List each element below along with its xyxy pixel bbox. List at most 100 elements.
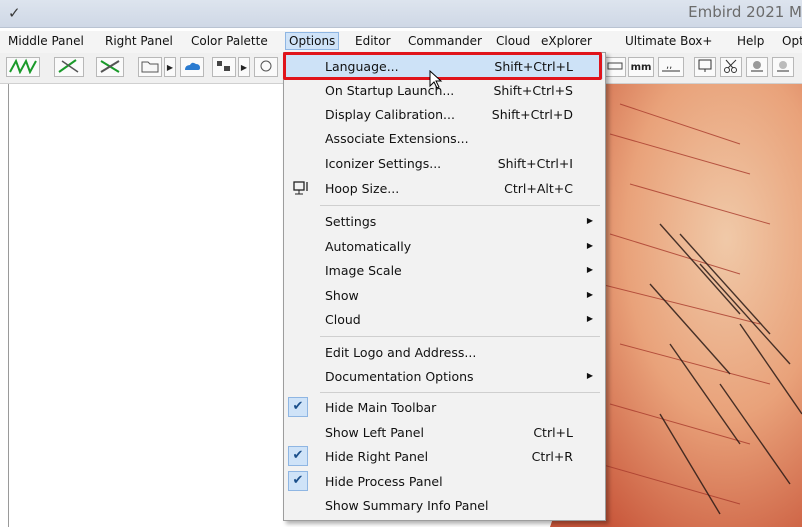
stitch-preview-button[interactable] <box>746 57 768 77</box>
transfer-button[interactable] <box>212 57 236 77</box>
menu-item-automatically[interactable]: Automatically ▶ <box>284 235 603 259</box>
cloud-icon <box>185 62 200 70</box>
menu-item-show-summary-info-panel[interactable]: Show Summary Info Panel <box>284 494 603 518</box>
menu-right-panel[interactable]: Right Panel <box>103 34 175 48</box>
menu-item-iconizer-settings[interactable]: Iconizer Settings... Shift+Ctrl+I <box>284 152 603 176</box>
menu-cloud[interactable]: Cloud <box>494 34 532 48</box>
scissors-button[interactable] <box>720 57 742 77</box>
dropdown-arrow-icon: ▶ <box>166 63 174 72</box>
menu-middle-panel[interactable]: Middle Panel <box>6 34 86 48</box>
mouse-cursor-icon <box>429 70 443 89</box>
menu-separator <box>320 336 600 337</box>
menu-item-hide-process-panel[interactable]: ✔ Hide Process Panel <box>284 470 603 494</box>
menu-item-edit-logo-address[interactable]: Edit Logo and Address... <box>284 341 603 365</box>
hoop-icon <box>260 60 272 72</box>
unit-mm-button[interactable]: mm <box>628 57 654 77</box>
menu-options-overflow[interactable]: Opt <box>780 34 802 48</box>
stitch-tool-button[interactable] <box>6 57 40 77</box>
checkmark-icon: ✔ <box>288 397 308 417</box>
menu-item-label: Display Calibration... <box>325 107 455 122</box>
open-folder-button[interactable] <box>138 57 162 77</box>
menu-item-hide-right-panel[interactable]: ✔ Hide Right Panel Ctrl+R <box>284 445 603 469</box>
menu-item-show[interactable]: Show ▶ <box>284 284 603 308</box>
menu-explorer[interactable]: eXplorer <box>539 34 594 48</box>
menu-item-associate-extensions[interactable]: Associate Extensions... <box>284 127 603 151</box>
transfer-dropdown-button[interactable]: ▶ <box>238 57 250 77</box>
submenu-arrow-icon: ▶ <box>586 314 593 323</box>
menu-commander[interactable]: Commander <box>406 34 484 48</box>
menu-bar: Middle Panel Right Panel Color Palette O… <box>0 31 802 53</box>
menu-editor[interactable]: Editor <box>353 34 393 48</box>
submenu-arrow-icon: ▶ <box>586 216 593 225</box>
window-title: Embird 2021 M <box>688 3 802 21</box>
menu-item-on-startup-launch[interactable]: On Startup Launch... Shift+Ctrl+S <box>284 79 603 103</box>
menu-separator <box>320 392 600 393</box>
menu-item-shortcut: Shift+Ctrl+D <box>491 107 573 122</box>
menu-item-label: Edit Logo and Address... <box>325 345 477 360</box>
menu-item-shortcut: Ctrl+R <box>531 449 573 464</box>
submenu-arrow-icon: ▶ <box>586 265 593 274</box>
unit-mm-label: mm <box>630 62 652 73</box>
menu-item-label: Image Scale <box>325 263 402 278</box>
hoop-size-icon <box>291 179 309 197</box>
menu-item-settings[interactable]: Settings ▶ <box>284 210 603 234</box>
menu-item-label: Hoop Size... <box>325 181 400 196</box>
menu-item-label: Show <box>325 288 359 303</box>
menu-ultimate-box[interactable]: Ultimate Box+ <box>623 34 714 48</box>
submenu-arrow-icon: ▶ <box>586 241 593 250</box>
scissors-icon <box>724 59 737 73</box>
menu-item-shortcut: Ctrl+Alt+C <box>504 181 573 196</box>
menu-item-label: Show Left Panel <box>325 425 424 440</box>
menu-options[interactable]: Options <box>285 32 340 50</box>
open-dropdown-button[interactable]: ▶ <box>164 57 176 77</box>
stitch-preview-icon <box>751 61 763 72</box>
embird-app-icon[interactable]: ✓ <box>8 4 21 22</box>
menu-item-shortcut: Shift+Ctrl+I <box>497 156 573 171</box>
inch-button[interactable]: ,, <box>658 57 684 77</box>
submenu-arrow-icon: ▶ <box>586 371 593 380</box>
menu-item-label: Iconizer Settings... <box>325 156 442 171</box>
green-stitch-icon <box>9 58 37 75</box>
dropdown-arrow-icon: ▶ <box>240 63 248 72</box>
menu-help[interactable]: Help <box>735 34 766 48</box>
monitor-icon <box>698 59 712 72</box>
menu-item-hoop-size[interactable]: Hoop Size... Ctrl+Alt+C <box>284 177 603 201</box>
cloud-button[interactable] <box>180 57 204 77</box>
diagonal-stitch-icon <box>58 59 79 73</box>
menu-item-label: Cloud <box>325 312 361 327</box>
ruler-icon <box>607 62 623 70</box>
menu-color-palette[interactable]: Color Palette <box>189 34 270 48</box>
menu-separator <box>320 205 600 206</box>
diagonal-stitch-button[interactable] <box>54 57 84 77</box>
submenu-arrow-icon: ▶ <box>586 290 593 299</box>
menu-item-label: Hide Process Panel <box>325 474 443 489</box>
hoop-tool-button[interactable] <box>254 57 278 77</box>
menu-item-label: Settings <box>325 214 377 229</box>
cross-stitch-icon <box>100 60 120 73</box>
menu-item-show-left-panel[interactable]: Show Left Panel Ctrl+L <box>284 421 603 445</box>
menu-item-shortcut: Ctrl+L <box>533 425 573 440</box>
checkmark-icon: ✔ <box>288 471 308 491</box>
menu-item-label: Documentation Options <box>325 369 474 384</box>
hoop-display-button[interactable] <box>694 57 716 77</box>
menu-item-image-scale[interactable]: Image Scale ▶ <box>284 259 603 283</box>
folder-icon <box>141 61 159 73</box>
menu-item-label: Hide Right Panel <box>325 449 429 464</box>
menu-item-label: Automatically <box>325 239 412 254</box>
menu-item-hide-main-toolbar[interactable]: ✔ Hide Main Toolbar <box>284 396 603 420</box>
menu-item-documentation-options[interactable]: Documentation Options ▶ <box>284 365 603 389</box>
menu-item-label: Show Summary Info Panel <box>325 498 489 513</box>
options-dropdown-menu: Language... Shift+Ctrl+L On Startup Laun… <box>283 52 606 521</box>
menu-item-label: Associate Extensions... <box>325 131 469 146</box>
inch-ruler-icon: ,, <box>662 60 680 72</box>
menu-item-cloud[interactable]: Cloud ▶ <box>284 308 603 332</box>
menu-item-display-calibration[interactable]: Display Calibration... Shift+Ctrl+D <box>284 103 603 127</box>
transfer-icon <box>217 61 230 71</box>
menu-item-shortcut: Shift+Ctrl+S <box>493 83 573 98</box>
svg-text:,,: ,, <box>666 60 672 71</box>
measure-button[interactable] <box>604 57 626 77</box>
checkmark-icon: ✔ <box>288 446 308 466</box>
stitch-preview-2-button[interactable] <box>772 57 794 77</box>
cross-stitch-button[interactable] <box>96 57 124 77</box>
menu-item-label: Hide Main Toolbar <box>325 400 437 415</box>
